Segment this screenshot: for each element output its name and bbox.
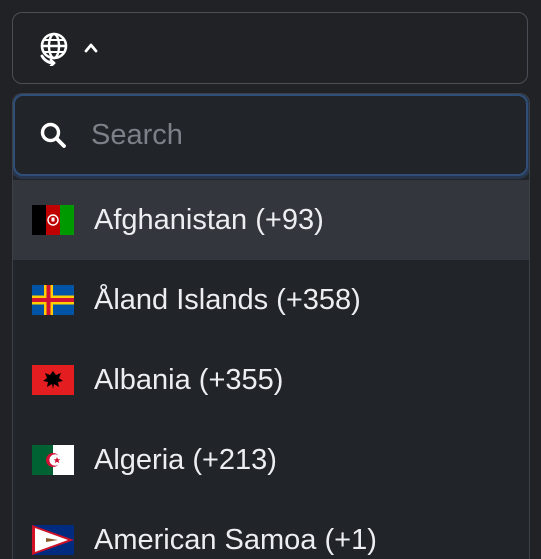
search-icon xyxy=(40,122,66,148)
american-samoa-flag-icon xyxy=(32,525,74,555)
aland-islands-flag-icon xyxy=(32,285,74,315)
country-dropdown-panel: Afghanistan (+93) Åland Islands (+358) A… xyxy=(12,93,530,559)
chevron-up-icon xyxy=(84,43,98,53)
search-input[interactable] xyxy=(89,117,493,153)
globe-icon xyxy=(40,32,68,66)
country-select-trigger[interactable] xyxy=(12,12,528,84)
search-box xyxy=(13,94,528,176)
country-option-label: Afghanistan (+93) xyxy=(94,203,324,236)
country-option-aland-islands[interactable]: Åland Islands (+358) xyxy=(13,260,529,340)
afghanistan-flag-icon xyxy=(32,205,74,235)
country-option-american-samoa[interactable]: American Samoa (+1) xyxy=(13,500,529,559)
country-option-albania[interactable]: Albania (+355) xyxy=(13,340,529,420)
country-list: Afghanistan (+93) Åland Islands (+358) A… xyxy=(13,180,529,559)
country-option-label: American Samoa (+1) xyxy=(94,523,377,556)
country-option-label: Algeria (+213) xyxy=(94,443,277,476)
country-option-algeria[interactable]: Algeria (+213) xyxy=(13,420,529,500)
country-option-label: Albania (+355) xyxy=(94,363,284,396)
albania-flag-icon xyxy=(32,365,74,395)
country-option-label: Åland Islands (+358) xyxy=(94,283,361,316)
algeria-flag-icon xyxy=(32,445,74,475)
country-option-afghanistan[interactable]: Afghanistan (+93) xyxy=(13,180,529,260)
country-code-picker: Afghanistan (+93) Åland Islands (+358) A… xyxy=(0,0,541,559)
